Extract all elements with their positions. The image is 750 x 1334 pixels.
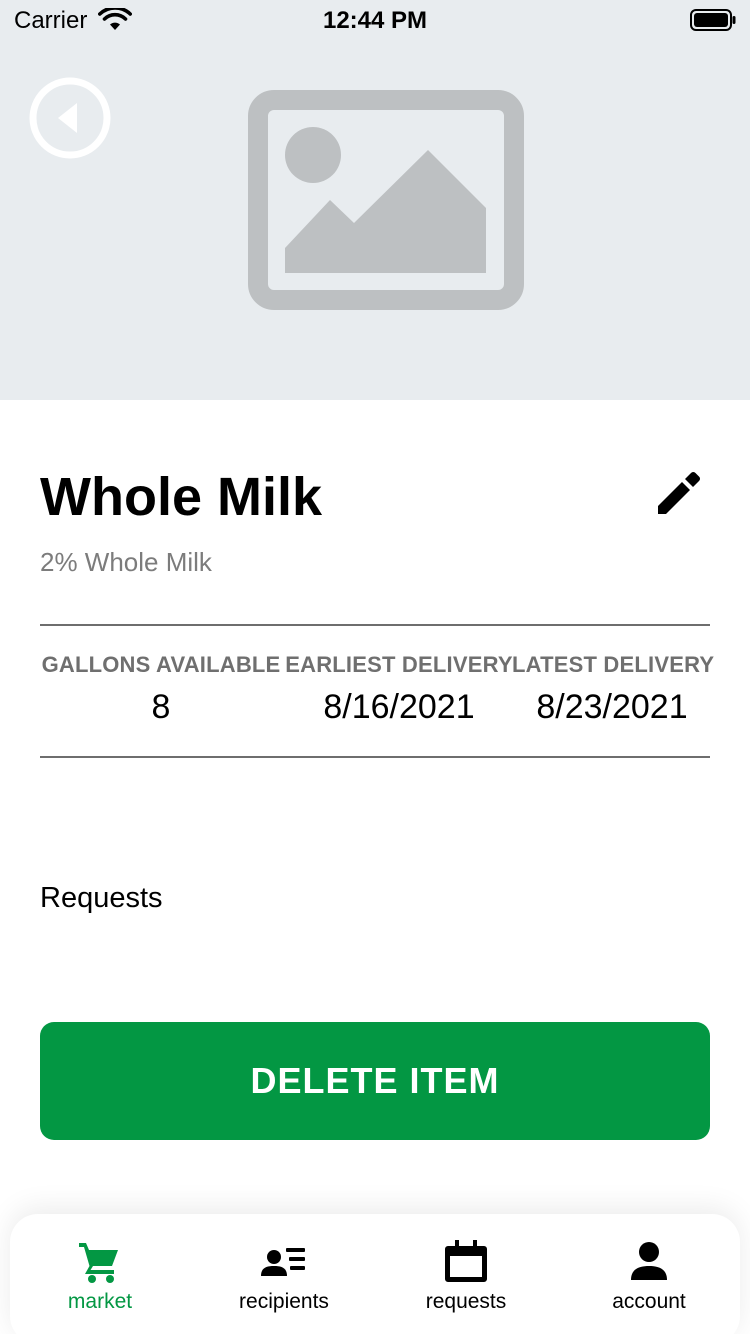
stat-value: 8 xyxy=(151,688,171,726)
stat-value: 8/23/2021 xyxy=(536,688,688,726)
tab-requests[interactable]: requests xyxy=(381,1238,551,1314)
cart-icon xyxy=(79,1243,118,1283)
back-button[interactable] xyxy=(28,76,112,160)
stat-earliest-delivery: EARLIEST DELIVERY 8/16/2021 xyxy=(284,652,514,727)
stat-label: LATEST DELIVERY xyxy=(512,652,715,677)
requests-section-label: Requests xyxy=(40,882,163,914)
tab-label: requests xyxy=(425,1290,507,1313)
stat-label: GALLONS AVAILABLE xyxy=(41,652,281,677)
stat-latest-delivery: LATEST DELIVERY 8/23/2021 xyxy=(512,652,715,727)
tab-label: account xyxy=(612,1290,686,1313)
divider-bottom xyxy=(40,756,710,758)
bottom-tab-bar: market recipients requests account xyxy=(10,1214,740,1334)
stat-label: EARLIEST DELIVERY xyxy=(285,652,513,677)
tab-recipients[interactable]: recipients xyxy=(199,1238,369,1314)
clock: 12:44 PM xyxy=(322,7,428,34)
back-arrow-icon xyxy=(58,103,77,133)
delete-item-button[interactable]: DELETE ITEM xyxy=(40,1022,710,1140)
image-placeholder-icon xyxy=(248,90,524,310)
recipients-icon xyxy=(261,1248,305,1276)
battery-icon xyxy=(690,9,736,31)
calendar-icon xyxy=(445,1240,487,1282)
edit-pencil-icon[interactable] xyxy=(650,462,710,522)
tab-label: market xyxy=(67,1290,133,1313)
status-bar: Carrier 12:44 PM xyxy=(0,0,750,40)
item-title: Whole Milk xyxy=(40,467,322,527)
stat-gallons-available: GALLONS AVAILABLE 8 xyxy=(38,652,284,727)
item-description: 2% Whole Milk xyxy=(40,547,212,577)
divider-top xyxy=(40,624,710,626)
tab-account[interactable]: account xyxy=(564,1238,734,1314)
person-icon xyxy=(631,1242,667,1280)
tab-label: recipients xyxy=(239,1290,329,1313)
tab-market[interactable]: market xyxy=(15,1238,185,1314)
stat-value: 8/16/2021 xyxy=(323,688,475,726)
